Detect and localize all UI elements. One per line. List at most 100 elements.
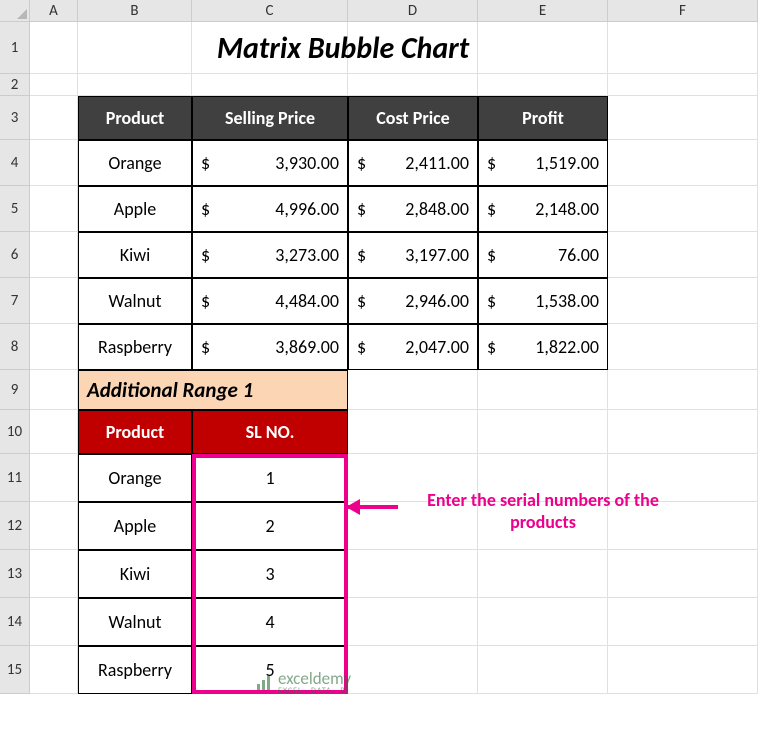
row-header-4[interactable]: 4 bbox=[0, 140, 30, 186]
col-header-D[interactable]: D bbox=[348, 0, 478, 22]
row-header-6[interactable]: 6 bbox=[0, 232, 30, 278]
t2-slno[interactable]: 4 bbox=[192, 598, 348, 646]
cell[interactable] bbox=[30, 74, 78, 96]
row-header-12[interactable]: 12 bbox=[0, 502, 30, 550]
cell[interactable] bbox=[608, 324, 758, 370]
t1-selling[interactable]: $3,273.00 bbox=[192, 232, 348, 278]
cell[interactable] bbox=[478, 646, 608, 694]
select-all-cell[interactable] bbox=[0, 0, 30, 22]
t1-profit[interactable]: $1,822.00 bbox=[478, 324, 608, 370]
row-header-9[interactable]: 9 bbox=[0, 370, 30, 410]
t1-product[interactable]: Apple bbox=[78, 186, 192, 232]
row-header-11[interactable]: 11 bbox=[0, 454, 30, 502]
cell[interactable] bbox=[30, 186, 78, 232]
cell[interactable] bbox=[478, 598, 608, 646]
cell[interactable] bbox=[30, 410, 78, 454]
row-header-2[interactable]: 2 bbox=[0, 74, 30, 96]
t1-selling[interactable]: $3,869.00 bbox=[192, 324, 348, 370]
t1-cost[interactable]: $2,848.00 bbox=[348, 186, 478, 232]
cell[interactable] bbox=[78, 74, 192, 96]
t1-profit[interactable]: $2,148.00 bbox=[478, 186, 608, 232]
cell[interactable] bbox=[30, 232, 78, 278]
cell[interactable] bbox=[30, 598, 78, 646]
t1-header-cost[interactable]: Cost Price bbox=[348, 96, 478, 140]
cell[interactable] bbox=[608, 370, 758, 410]
t1-header-product[interactable]: Product bbox=[78, 96, 192, 140]
cell[interactable] bbox=[30, 324, 78, 370]
row-header-8[interactable]: 8 bbox=[0, 324, 30, 370]
t2-slno[interactable]: 2 bbox=[192, 502, 348, 550]
cell[interactable] bbox=[30, 502, 78, 550]
t1-cost[interactable]: $2,946.00 bbox=[348, 278, 478, 324]
cell[interactable] bbox=[30, 646, 78, 694]
row-header-14[interactable]: 14 bbox=[0, 598, 30, 646]
cell[interactable] bbox=[478, 22, 608, 74]
cell[interactable] bbox=[348, 598, 478, 646]
t2-product[interactable]: Apple bbox=[78, 502, 192, 550]
t1-selling[interactable]: $4,484.00 bbox=[192, 278, 348, 324]
t1-cost[interactable]: $2,411.00 bbox=[348, 140, 478, 186]
cell[interactable] bbox=[608, 550, 758, 598]
cell[interactable] bbox=[608, 278, 758, 324]
cell[interactable] bbox=[348, 370, 478, 410]
t2-product[interactable]: Raspberry bbox=[78, 646, 192, 694]
row-header-1[interactable]: 1 bbox=[0, 22, 30, 74]
cell[interactable] bbox=[348, 646, 478, 694]
cell[interactable] bbox=[192, 74, 348, 96]
t1-product[interactable]: Orange bbox=[78, 140, 192, 186]
row-header-5[interactable]: 5 bbox=[0, 186, 30, 232]
cell[interactable] bbox=[608, 22, 758, 74]
cell[interactable] bbox=[348, 410, 478, 454]
cell[interactable] bbox=[348, 22, 478, 74]
col-header-F[interactable]: F bbox=[608, 0, 758, 22]
t1-profit[interactable]: $76.00 bbox=[478, 232, 608, 278]
cell[interactable] bbox=[608, 186, 758, 232]
t1-cost[interactable]: $3,197.00 bbox=[348, 232, 478, 278]
row-header-13[interactable]: 13 bbox=[0, 550, 30, 598]
cell[interactable] bbox=[30, 370, 78, 410]
cell[interactable] bbox=[192, 22, 348, 74]
cell[interactable] bbox=[30, 550, 78, 598]
cell[interactable] bbox=[608, 410, 758, 454]
cell[interactable] bbox=[30, 22, 78, 74]
t1-selling[interactable]: $4,996.00 bbox=[192, 186, 348, 232]
t2-slno[interactable]: 1 bbox=[192, 454, 348, 502]
cell[interactable] bbox=[348, 74, 478, 96]
cell[interactable] bbox=[608, 232, 758, 278]
t2-product[interactable]: Kiwi bbox=[78, 550, 192, 598]
t1-cost[interactable]: $2,047.00 bbox=[348, 324, 478, 370]
t1-product[interactable]: Kiwi bbox=[78, 232, 192, 278]
cell[interactable] bbox=[30, 96, 78, 140]
t1-product[interactable]: Raspberry bbox=[78, 324, 192, 370]
col-header-E[interactable]: E bbox=[478, 0, 608, 22]
t2-product[interactable]: Walnut bbox=[78, 598, 192, 646]
t2-header-slno[interactable]: SL NO. bbox=[192, 410, 348, 454]
cell[interactable] bbox=[30, 140, 78, 186]
row-header-7[interactable]: 7 bbox=[0, 278, 30, 324]
t2-product[interactable]: Orange bbox=[78, 454, 192, 502]
cell[interactable] bbox=[348, 550, 478, 598]
col-header-A[interactable]: A bbox=[30, 0, 78, 22]
cell[interactable] bbox=[478, 74, 608, 96]
row-header-15[interactable]: 15 bbox=[0, 646, 30, 694]
cell[interactable] bbox=[478, 370, 608, 410]
cell[interactable] bbox=[608, 646, 758, 694]
t1-profit[interactable]: $1,519.00 bbox=[478, 140, 608, 186]
col-header-C[interactable]: C bbox=[192, 0, 348, 22]
t1-product[interactable]: Walnut bbox=[78, 278, 192, 324]
additional-range-title[interactable]: Additional Range 1 bbox=[78, 370, 348, 410]
col-header-B[interactable]: B bbox=[78, 0, 192, 22]
cell[interactable] bbox=[608, 140, 758, 186]
cell[interactable] bbox=[30, 454, 78, 502]
cell[interactable] bbox=[30, 278, 78, 324]
t1-selling[interactable]: $3,930.00 bbox=[192, 140, 348, 186]
row-header-3[interactable]: 3 bbox=[0, 96, 30, 140]
cell[interactable] bbox=[78, 22, 192, 74]
t1-header-selling[interactable]: Selling Price bbox=[192, 96, 348, 140]
t2-header-product[interactable]: Product bbox=[78, 410, 192, 454]
cell[interactable] bbox=[478, 410, 608, 454]
cell[interactable] bbox=[608, 74, 758, 96]
t1-profit[interactable]: $1,538.00 bbox=[478, 278, 608, 324]
t1-header-profit[interactable]: Profit bbox=[478, 96, 608, 140]
t2-slno[interactable]: 3 bbox=[192, 550, 348, 598]
